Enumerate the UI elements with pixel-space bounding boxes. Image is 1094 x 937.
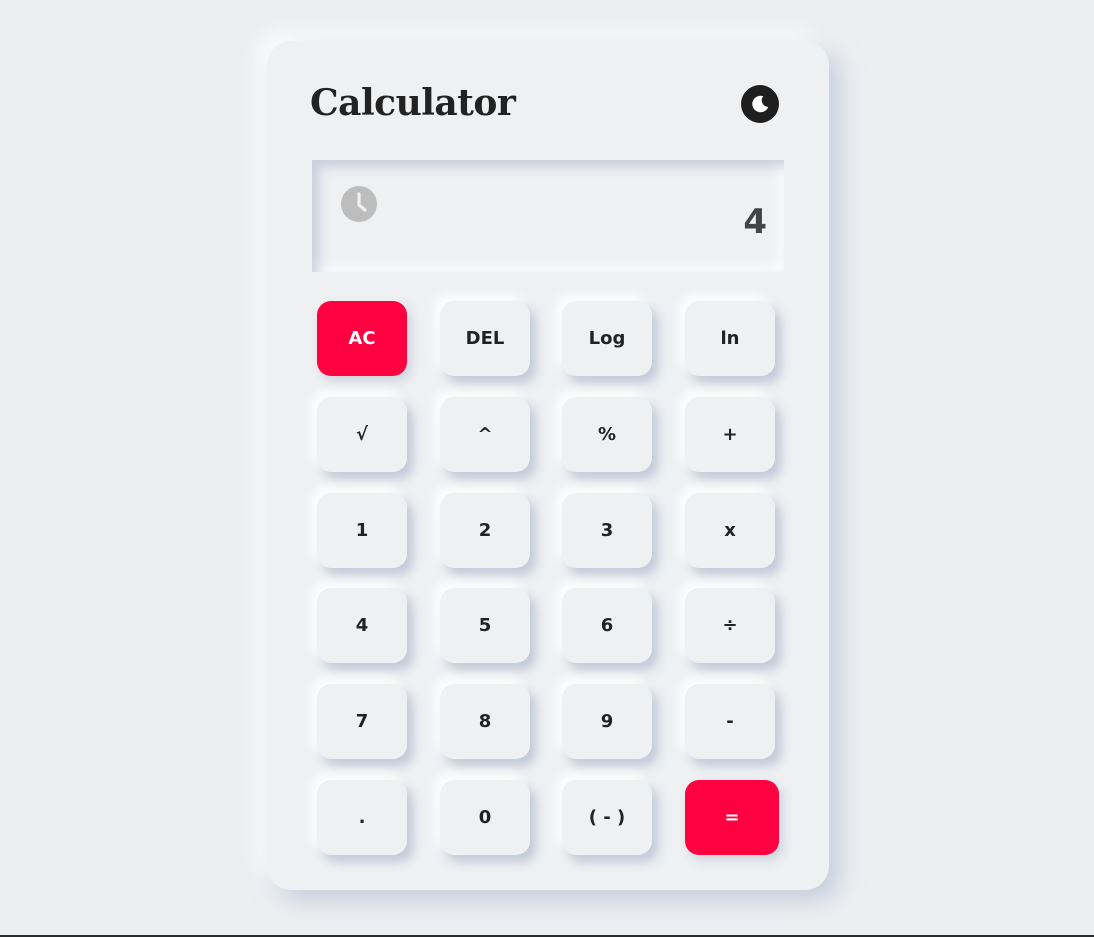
- digit-6-button[interactable]: 6: [562, 588, 652, 663]
- digit-0-button[interactable]: 0: [440, 780, 530, 855]
- delete-button[interactable]: DEL: [440, 301, 530, 376]
- clock-icon[interactable]: [341, 186, 377, 222]
- digit-2-button[interactable]: 2: [440, 493, 530, 568]
- percent-button[interactable]: %: [562, 397, 652, 472]
- digit-7-button[interactable]: 7: [317, 684, 407, 759]
- digit-4-button[interactable]: 4: [317, 588, 407, 663]
- theme-toggle-button[interactable]: [741, 85, 779, 123]
- equals-button[interactable]: =: [685, 780, 779, 855]
- negate-button[interactable]: ( - ): [562, 780, 652, 855]
- digit-1-button[interactable]: 1: [317, 493, 407, 568]
- calculator-card: Calculator 4 AC DEL Log ln √ ^ % + 1 2 3…: [267, 41, 829, 890]
- app-title: Calculator: [310, 82, 516, 124]
- multiply-button[interactable]: x: [685, 493, 775, 568]
- divide-button[interactable]: ÷: [685, 588, 775, 663]
- calculator-display: 4: [312, 160, 784, 272]
- digit-9-button[interactable]: 9: [562, 684, 652, 759]
- subtract-button[interactable]: -: [685, 684, 775, 759]
- log-button[interactable]: Log: [562, 301, 652, 376]
- all-clear-button[interactable]: AC: [317, 301, 407, 376]
- decimal-button[interactable]: .: [317, 780, 407, 855]
- ln-button[interactable]: ln: [685, 301, 775, 376]
- digit-3-button[interactable]: 3: [562, 493, 652, 568]
- add-button[interactable]: +: [685, 397, 775, 472]
- digit-5-button[interactable]: 5: [440, 588, 530, 663]
- power-button[interactable]: ^: [440, 397, 530, 472]
- square-root-button[interactable]: √: [317, 397, 407, 472]
- moon-icon: [752, 95, 769, 113]
- digit-8-button[interactable]: 8: [440, 684, 530, 759]
- display-value: 4: [743, 202, 767, 242]
